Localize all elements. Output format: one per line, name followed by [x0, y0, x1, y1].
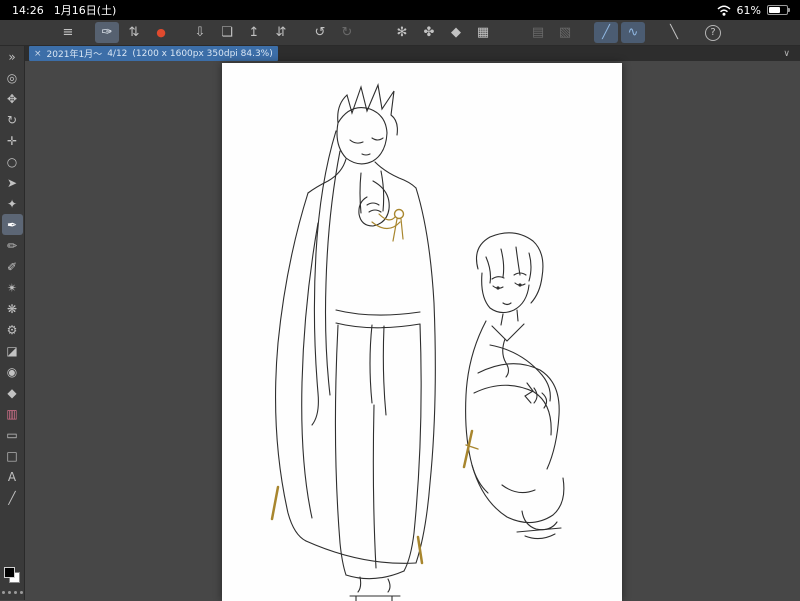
tab-page-indicator: 4/12 [107, 48, 128, 59]
material-icon[interactable]: ▤ [526, 22, 550, 43]
collapse-icon[interactable]: » [2, 46, 23, 67]
record-icon[interactable]: ● [149, 22, 173, 43]
tab-document-info: (1200 x 1600px 350dpi 84.3%) [132, 48, 273, 59]
eraser-tool-icon[interactable]: ◪ [2, 340, 23, 361]
fill-tool-icon[interactable]: ◆ [2, 382, 23, 403]
wifi-icon [717, 5, 731, 16]
balloon-tool-icon[interactable]: □ [2, 445, 23, 466]
pencil-tool-icon[interactable]: ✏ [2, 235, 23, 256]
spray-icon[interactable]: ✻ [390, 22, 414, 43]
colormix-tool-icon[interactable]: ▥ [2, 403, 23, 424]
brush-select-icon[interactable]: ✑ [95, 22, 119, 43]
foreground-color-swatch[interactable] [4, 567, 15, 578]
perspective-icon[interactable]: ╲ [662, 22, 686, 43]
ruler-line-icon[interactable]: ╱ [594, 22, 618, 43]
hand-tool-icon[interactable]: ✥ [2, 88, 23, 109]
tab-bar-collapse-icon[interactable]: ∨ [783, 49, 790, 59]
brush-tool-icon[interactable]: ✐ [2, 256, 23, 277]
tab-close-icon[interactable]: × [34, 49, 42, 59]
date: 1月16日(土) [53, 4, 117, 17]
tool-switch-icon[interactable]: ⇅ [122, 22, 146, 43]
rotate-tool-icon[interactable]: ↻ [2, 109, 23, 130]
zoom-tool-icon[interactable]: ◎ [2, 67, 23, 88]
tab-title: 2021年1月～ [46, 50, 103, 60]
pager-dot [13, 591, 17, 594]
canvas-area[interactable] [25, 61, 800, 601]
clock: 14:26 [12, 3, 44, 17]
tool-sidebar: » ◎ ✥ ↻ ✛ ○ ➤ ✦ ✒ ✏ ✐ ✴ ❋ ⚙ ◪ ◉ ◆ ▥ ▭ □ … [0, 46, 25, 600]
text-tool-icon[interactable]: A [2, 466, 23, 487]
document-canvas[interactable] [222, 63, 622, 601]
status-bar: 14:26 1月16日(土) 61% [0, 0, 800, 20]
import-icon[interactable]: ⇩ [188, 22, 212, 43]
redo-icon[interactable]: ↻ [335, 22, 359, 43]
main-toolbar: ≡ ✑ ⇅ ● ⇩ ❏ ↥ ⇵ ↺ ↻ ✻ ✤ ◆ ▦ ▤ ▧ ╱ ∿ ╲ ? [0, 20, 800, 46]
ruler-curve-icon[interactable]: ∿ [621, 22, 645, 43]
panel-switch-icon[interactable]: ⇵ [269, 22, 293, 43]
menu-icon[interactable]: ≡ [56, 22, 80, 43]
canvas-artwork [270, 83, 565, 601]
undo-icon[interactable]: ↺ [308, 22, 332, 43]
layer-icon[interactable]: ▧ [553, 22, 577, 43]
battery-icon [767, 5, 790, 15]
blend-mode-icon[interactable]: ✤ [417, 22, 441, 43]
help-icon[interactable]: ? [705, 24, 721, 41]
export-icon[interactable]: ↥ [242, 22, 266, 43]
lasso-tool-icon[interactable]: ○ [2, 151, 23, 172]
operation-tool-icon[interactable]: ➤ [2, 172, 23, 193]
blend-tool-icon[interactable]: ◉ [2, 361, 23, 382]
battery-fill [769, 7, 781, 13]
move-tool-icon[interactable]: ✛ [2, 130, 23, 151]
tab-bar: × 2021年1月～ 4/12 (1200 x 1600px 350dpi 84… [25, 46, 800, 61]
airbrush-tool-icon[interactable]: ✴ [2, 277, 23, 298]
fill-icon[interactable]: ◆ [444, 22, 468, 43]
sidebar-pager-dots [1, 591, 23, 594]
line-tool-icon[interactable]: ╱ [2, 487, 23, 508]
figure-tool-icon[interactable]: ⚙ [2, 319, 23, 340]
color-swatches[interactable] [4, 567, 20, 583]
document-tab[interactable]: × 2021年1月～ 4/12 (1200 x 1600px 350dpi 84… [29, 46, 278, 61]
frame-tool-icon[interactable]: ▭ [2, 424, 23, 445]
pager-dot [19, 591, 23, 594]
pager-dot [7, 591, 11, 594]
crop-icon[interactable]: ▦ [471, 22, 495, 43]
pager-dot [1, 591, 5, 594]
battery-percent: 61% [736, 3, 761, 17]
autoselect-tool-icon[interactable]: ✦ [2, 193, 23, 214]
pen-tool-icon[interactable]: ✒ [1, 214, 23, 235]
folder-icon[interactable]: ❏ [215, 22, 239, 43]
decoration-tool-icon[interactable]: ❋ [2, 298, 23, 319]
